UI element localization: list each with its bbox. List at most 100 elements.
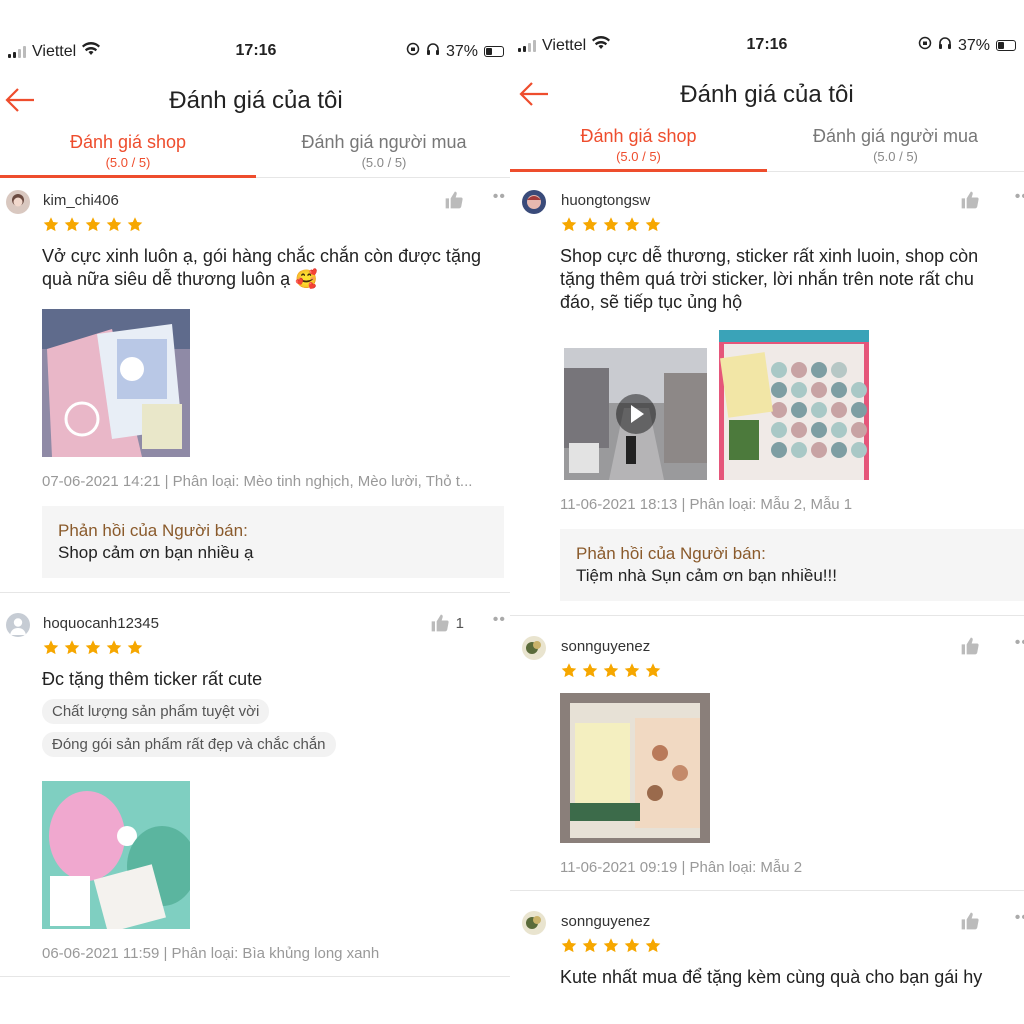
seller-reply-title: Phản hồi của Người bán:: [576, 544, 766, 563]
like-button[interactable]: [960, 911, 980, 931]
battery-percent: 37%: [957, 36, 990, 54]
username[interactable]: sonnguyenez: [561, 913, 650, 930]
like-button[interactable]: 1: [430, 613, 464, 633]
tab-shop-reviews[interactable]: Đánh giá shop (5.0 / 5): [0, 130, 256, 178]
star-icon: [644, 216, 662, 233]
review-item: sonnguyenez •• Kute nhất mua để tặng kèm…: [510, 891, 1024, 1003]
more-options-icon[interactable]: ••: [493, 188, 506, 206]
more-options-icon[interactable]: ••: [1015, 909, 1024, 927]
seller-reply-text: Shop cảm ơn bạn nhiều ạ: [58, 543, 254, 562]
wifi-icon: [82, 42, 101, 61]
username[interactable]: huongtongsw: [561, 192, 650, 209]
star-icon: [623, 937, 641, 954]
carrier-label: Viettel: [32, 42, 77, 60]
review-photo[interactable]: [719, 330, 869, 480]
tab-bar: Đánh giá shop (5.0 / 5) Đánh giá người m…: [0, 130, 512, 178]
tab-label: Đánh giá shop: [69, 132, 187, 152]
avatar[interactable]: [522, 636, 546, 660]
like-button[interactable]: [960, 190, 980, 210]
tab-score: (5.0 / 5): [105, 155, 151, 170]
battery-icon: [484, 46, 504, 57]
star-icon: [105, 639, 123, 656]
star-icon: [581, 662, 599, 679]
star-icon: [602, 937, 620, 954]
play-icon: [615, 394, 656, 434]
status-bar: Viettel 17:16 37%: [0, 26, 512, 76]
status-bar: Viettel 17:16 37%: [510, 20, 1024, 70]
seller-reply: Phản hồi của Người bán: Tiệm nhà Sụn cảm…: [560, 529, 1024, 601]
tab-buyer-reviews[interactable]: Đánh giá người mua (5.0 / 5): [767, 124, 1024, 171]
seller-reply: Phản hồi của Người bán: Shop cảm ơn bạn …: [42, 506, 504, 578]
tab-label: Đánh giá người mua: [301, 132, 467, 152]
carrier-label: Viettel: [542, 36, 587, 54]
star-icon: [84, 216, 102, 233]
review-video[interactable]: [564, 348, 707, 480]
star-rating: [560, 662, 1024, 679]
star-rating: [42, 639, 512, 656]
avatar[interactable]: [522, 911, 546, 935]
battery-percent: 37%: [445, 42, 478, 60]
thumbs-up-icon: [960, 190, 980, 210]
avatar[interactable]: [522, 190, 546, 214]
star-icon: [126, 639, 144, 656]
back-arrow-icon: [4, 88, 36, 120]
review-meta: 11-06-2021 09:19 | Phân loại: Mẫu 2: [560, 859, 803, 876]
review-item: sonnguyenez ••: [510, 616, 1024, 891]
star-icon: [42, 639, 60, 656]
star-rating: [560, 216, 1024, 233]
more-options-icon[interactable]: ••: [493, 611, 506, 629]
battery-icon: [996, 40, 1016, 51]
star-icon: [602, 662, 620, 679]
more-options-icon[interactable]: ••: [1015, 188, 1024, 206]
headphones-icon: [426, 42, 440, 61]
tab-shop-reviews[interactable]: Đánh giá shop (5.0 / 5): [510, 124, 767, 172]
page-title: Đánh giá của tôi: [680, 81, 854, 108]
review-item: huongtongsw •• Shop cực dễ thương, stick…: [510, 172, 1024, 616]
username[interactable]: sonnguyenez: [561, 638, 650, 655]
username[interactable]: kim_chi406: [43, 192, 119, 209]
wifi-icon: [592, 36, 611, 55]
thumbs-up-icon: [444, 190, 464, 210]
thumbs-up-icon: [960, 636, 980, 656]
signal-icon: [518, 39, 536, 52]
rotation-lock-icon: [918, 36, 932, 55]
review-text: Kute nhất mua để tặng kèm cùng quà cho b…: [560, 967, 983, 987]
tab-bar: Đánh giá shop (5.0 / 5) Đánh giá người m…: [510, 124, 1024, 172]
more-options-icon[interactable]: ••: [1015, 634, 1024, 652]
avatar[interactable]: [6, 190, 30, 214]
review-meta: 06-06-2021 11:59 | Phân loại: Bìa khủng …: [42, 945, 380, 962]
star-icon: [84, 639, 102, 656]
review-photo[interactable]: [42, 309, 190, 457]
tab-label: Đánh giá người mua: [813, 126, 978, 146]
like-count: 1: [455, 614, 464, 632]
rotation-lock-icon: [406, 42, 420, 61]
avatar[interactable]: [6, 613, 30, 637]
review-text: Vở cực xinh luôn ạ, gói hàng chắc chắn c…: [42, 246, 481, 289]
review-meta: 07-06-2021 14:21 | Phân loại: Mèo tinh n…: [42, 473, 473, 490]
review-photo[interactable]: [42, 781, 190, 929]
review-photo[interactable]: [560, 693, 710, 843]
review-meta: 11-06-2021 18:13 | Phân loại: Mẫu 2, Mẫu…: [560, 496, 853, 513]
header: Đánh giá của tôi: [0, 76, 512, 124]
star-icon: [644, 937, 662, 954]
review-tag: Chất lượng sản phẩm tuyệt vời: [42, 699, 270, 724]
star-icon: [623, 216, 641, 233]
back-button[interactable]: [4, 84, 40, 116]
star-icon: [560, 937, 578, 954]
page-title: Đánh giá của tôi: [169, 87, 343, 114]
star-icon: [581, 937, 599, 954]
star-icon: [560, 662, 578, 679]
review-item: hoquocanh12345 1 •• Đc tặng thêm ticker …: [0, 593, 512, 977]
tab-buyer-reviews[interactable]: Đánh giá người mua (5.0 / 5): [256, 130, 512, 177]
star-icon: [644, 662, 662, 679]
seller-reply-text: Tiệm nhà Sụn cảm ơn bạn nhiều!!!: [576, 566, 837, 585]
star-icon: [63, 639, 81, 656]
right-screen: Viettel 17:16 37% Đánh giá của tôi Đánh …: [510, 20, 1024, 1024]
back-button[interactable]: [518, 78, 554, 110]
review-tag: Đóng gói sản phẩm rất đẹp và chắc chắn: [42, 732, 336, 757]
username[interactable]: hoquocanh12345: [43, 615, 159, 632]
like-button[interactable]: [960, 636, 980, 656]
like-button[interactable]: [444, 190, 464, 210]
headphones-icon: [938, 36, 952, 55]
tab-score: (5.0 / 5): [873, 149, 918, 164]
